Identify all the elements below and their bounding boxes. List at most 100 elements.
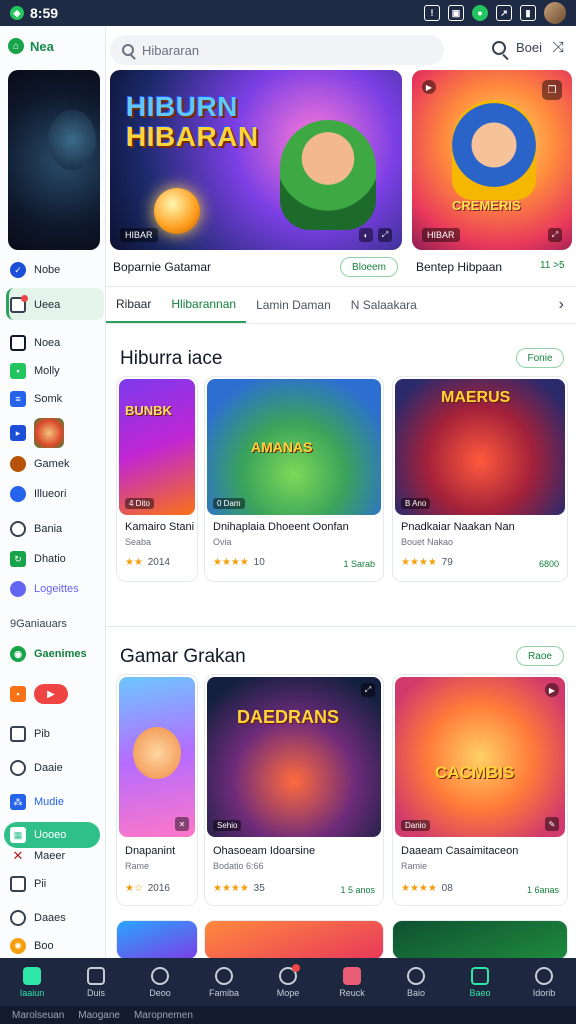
search-input[interactable]: Hibararan: [110, 35, 444, 65]
badge-icon: [10, 295, 28, 313]
game-card-subtitle: Ovia: [213, 537, 232, 547]
system-bar-item[interactable]: Marolseuan: [12, 1010, 64, 1021]
doc-icon: ≡: [10, 391, 26, 407]
search-icon: [122, 44, 134, 56]
chevron-right-icon[interactable]: ›: [559, 296, 564, 314]
game-card-partial[interactable]: [204, 920, 384, 960]
battery-icon: ▮: [520, 5, 536, 21]
people-icon: [10, 581, 26, 597]
sidebar-item-4[interactable]: ≡ Somk: [10, 391, 62, 407]
sidebar-item2-8[interactable]: ✺ Boo: [10, 938, 54, 954]
sidebar-item-3[interactable]: ▪ Molly: [10, 363, 60, 379]
sidebar-group-games[interactable]: ◉ Gaenimes: [10, 646, 87, 662]
sidebar-item2-1[interactable]: Pib: [10, 726, 50, 742]
nav-item[interactable]: Famiba: [192, 958, 256, 1006]
grid-icon: ▦: [10, 827, 26, 843]
close-icon[interactable]: ✕: [175, 817, 189, 831]
game-card-tag: 4 Dito: [125, 498, 154, 509]
sidebar-item-9[interactable]: ↻ Dhatio: [10, 551, 66, 567]
edit-icon[interactable]: ✎: [545, 817, 559, 831]
play-icon[interactable]: ▶: [34, 684, 68, 704]
sidebar-item-label: Pib: [34, 728, 50, 740]
monitor-icon: [10, 335, 26, 351]
sidebar-item-7[interactable]: Illueori: [10, 486, 66, 502]
expand-icon[interactable]: ⤢: [548, 228, 562, 242]
game-card-partial[interactable]: [116, 920, 198, 960]
nav-item[interactable]: Duis: [64, 958, 128, 1006]
hero-side-icons: ⤢: [548, 228, 562, 242]
sidebar-featured-thumbnail[interactable]: [8, 70, 100, 250]
nav-item[interactable]: Reuck: [320, 958, 384, 1006]
nav-home[interactable]: Iaaiun: [0, 958, 64, 1006]
section-2-more-button[interactable]: Raoe: [516, 646, 564, 666]
sidebar-item2-6[interactable]: Pii: [10, 876, 46, 892]
hero-banner-side[interactable]: ❒ ▶ CREMERIS HIBAR ⤢: [412, 70, 572, 250]
expand-icon[interactable]: ⤢: [361, 683, 375, 697]
tab-2[interactable]: Lamin Daman: [246, 287, 341, 323]
game-card-image: DAEDRANS Sehio ⤢: [207, 677, 381, 837]
game-card[interactable]: ✕ Dnapanint Rame ★☆ 2016: [116, 674, 198, 906]
sidebar-item-2[interactable]: Noea: [10, 335, 60, 351]
nav-item[interactable]: Deoo: [128, 958, 192, 1006]
sidebar-item2-5[interactable]: ✕ Maeer: [10, 848, 66, 864]
flag-icon: [471, 966, 489, 985]
sidebar-item2-0[interactable]: ▪ ▶: [10, 684, 68, 704]
sidebar-item2-4[interactable]: ▦ Uooeo: [10, 827, 66, 843]
sidebar-home[interactable]: ⌂ Nea: [8, 38, 54, 54]
game-card-image: MAERUS B Ano: [395, 379, 565, 515]
flag-icon: ▸: [10, 425, 26, 441]
sidebar-item2-2[interactable]: Daaie: [10, 760, 63, 776]
sidebar-item-10[interactable]: Logeittes: [10, 581, 79, 597]
game-thumbnail[interactable]: [34, 418, 64, 448]
game-card[interactable]: AMANAS 0 Dam Dnihaplaia Dhoeent Oonfan O…: [204, 376, 384, 582]
game-card[interactable]: MAERUS B Ano Pnadkaiar Naakan Nan Bouet …: [392, 376, 568, 582]
sidebar-item-6[interactable]: Gamek: [10, 456, 69, 472]
hero-caption: Boparnie Gatamar: [113, 260, 212, 274]
sidebar-item2-3[interactable]: ⁂ Mudie: [10, 794, 64, 810]
section-1-more-button[interactable]: Fonie: [516, 348, 564, 368]
sound-icon[interactable]: ◐: [359, 228, 373, 242]
bookmark-icon[interactable]: ❒: [542, 80, 562, 100]
chat-icon: ▪: [10, 363, 26, 379]
game-card[interactable]: BUNBK 4 Dito Kamairo Stani Seaba ★★ 2014: [116, 376, 198, 582]
nav-label: Baio: [406, 987, 425, 998]
tab-0[interactable]: Ribaar: [106, 287, 162, 323]
sidebar-item2-7[interactable]: Daaes: [10, 910, 66, 926]
game-card-partial[interactable]: [392, 920, 568, 960]
game-card-title: Kamairo Stani: [125, 521, 195, 533]
hero-banner-main[interactable]: HIBURN HIBARAN HIBAR ◐ ⤢: [110, 70, 402, 250]
shuffle-icon[interactable]: ⤨: [552, 39, 564, 56]
sidebar-item-5[interactable]: ▸: [10, 418, 64, 448]
expand-icon[interactable]: ⤢: [378, 228, 392, 242]
game-card-title: Daaeam Casaimitaceon: [401, 845, 519, 857]
search-icon[interactable]: [491, 40, 506, 55]
search-icon: [151, 966, 169, 985]
sidebar-item-8[interactable]: Bania: [10, 521, 62, 537]
nav-item-active[interactable]: Baeo: [448, 958, 512, 1006]
sidebar-item-label: Mudie: [34, 796, 64, 808]
refresh-icon: ↻: [10, 551, 26, 567]
top-action-label[interactable]: Boei: [516, 40, 542, 55]
sidebar-item-label: Maeer: [34, 850, 66, 862]
game-card-rating: ★★★★ 35: [213, 883, 265, 894]
sidebar-item-1[interactable]: Ueea: [10, 295, 60, 313]
nav-item[interactable]: Idorib: [512, 958, 576, 1006]
game-card[interactable]: CACMBIS Danio ▶ ✎ Daaeam Casaimitaceon R…: [392, 674, 568, 906]
game-card-subtitle: Bodatio 6:66: [213, 861, 264, 871]
avatar[interactable]: [544, 2, 566, 24]
game-card-title: Dnapanint: [125, 845, 176, 857]
tab-3[interactable]: N Salaakara: [341, 287, 427, 323]
sidebar-item-0[interactable]: ✓ Nobe: [10, 262, 60, 278]
play-icon[interactable]: ▶: [545, 683, 559, 697]
tab-1[interactable]: Hlibarannan: [161, 287, 247, 323]
system-bar-item[interactable]: Maropnemen: [134, 1010, 193, 1021]
nav-item[interactable]: Mope: [256, 958, 320, 1006]
hero-button[interactable]: Bloeem: [340, 257, 398, 277]
game-card[interactable]: DAEDRANS Sehio ⤢ Ohasoeam Idoarsine Boda…: [204, 674, 384, 906]
store-icon: [343, 966, 361, 985]
game-card-meta: 6800: [538, 559, 559, 569]
nav-item[interactable]: Baio: [384, 958, 448, 1006]
system-bar-item[interactable]: Maogane: [78, 1010, 120, 1021]
play-icon[interactable]: ▶: [422, 80, 436, 94]
game-card-meta: 1 5 anos: [340, 885, 375, 895]
